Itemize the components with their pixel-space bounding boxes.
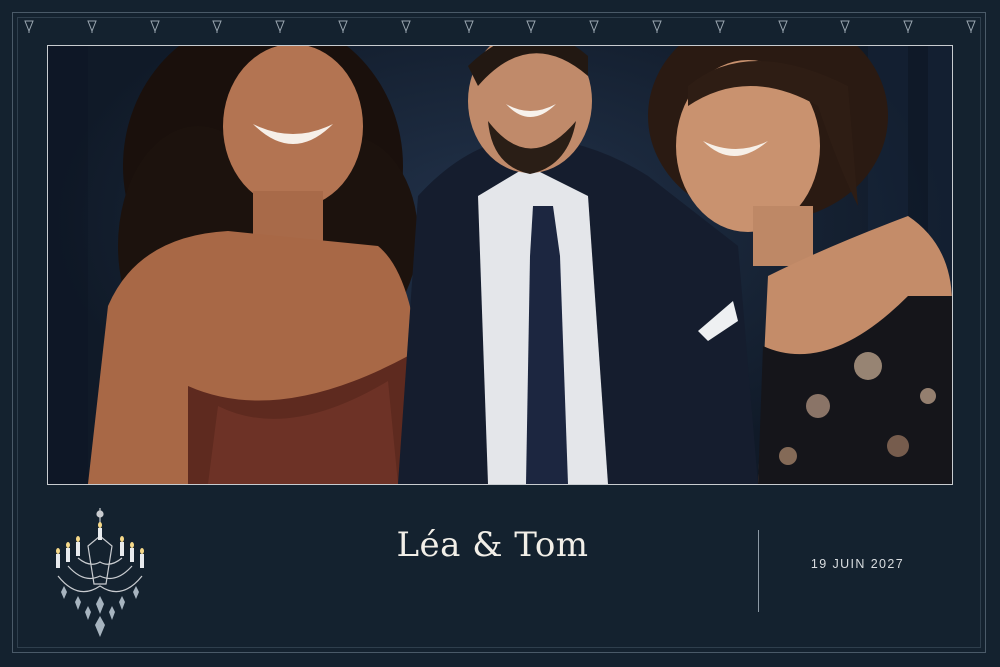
- fleur-drop-icon: [212, 20, 223, 33]
- fleur-drop-icon: [87, 20, 97, 33]
- photo-illustration: [48, 46, 952, 484]
- couple-names: Léa & Tom: [396, 525, 589, 565]
- fleur-drop-icon: [275, 20, 285, 33]
- fleur-drop-icon: [966, 20, 976, 33]
- fleur-drop-icon: [652, 20, 662, 33]
- fleur-drop-icon: [777, 20, 788, 33]
- fleur-drop-icon: [840, 20, 851, 33]
- fleur-drop-icon: [715, 20, 725, 33]
- fleur-drop-icon: [24, 20, 34, 33]
- fleur-drop-icon: [589, 20, 599, 33]
- ornament-border: [24, 19, 976, 35]
- fleur-drop-icon: [149, 20, 160, 33]
- fleur-drop-icon: [401, 20, 411, 33]
- fleur-drop-icon: [526, 20, 537, 33]
- guest-photo: [48, 46, 952, 484]
- vertical-divider: [758, 530, 759, 612]
- chandelier-icon: [56, 508, 144, 637]
- fleur-drop-icon: [903, 20, 913, 33]
- fleur-drop-icon: [338, 20, 348, 33]
- fleur-drop-icon: [463, 20, 474, 33]
- left-person: [88, 46, 424, 484]
- event-date: 19 JUIN 2027: [810, 557, 905, 571]
